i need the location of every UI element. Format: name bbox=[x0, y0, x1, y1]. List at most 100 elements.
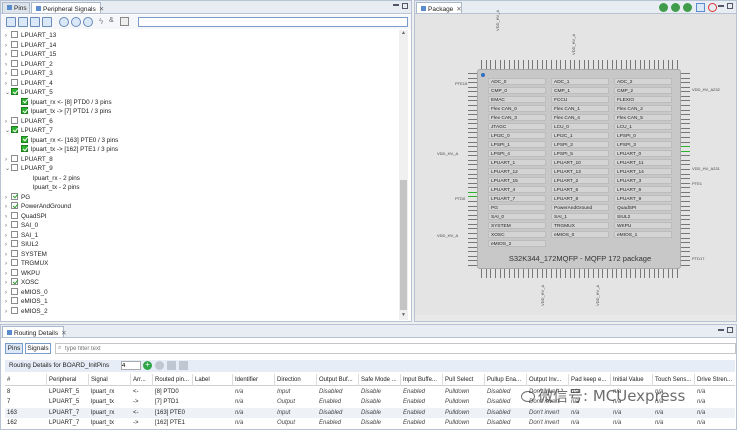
table-cell[interactable]: 8 bbox=[5, 387, 47, 397]
pin-stub[interactable] bbox=[541, 60, 543, 69]
pin-stub[interactable] bbox=[468, 137, 477, 138]
checkbox-icon[interactable] bbox=[11, 249, 18, 257]
pin-stub[interactable] bbox=[468, 141, 477, 143]
column-header[interactable]: Label bbox=[193, 374, 233, 386]
pin-stub[interactable] bbox=[468, 118, 477, 120]
pin-stub[interactable] bbox=[468, 178, 477, 180]
table-cell[interactable]: Output bbox=[275, 397, 317, 407]
close-icon[interactable]: ✕ bbox=[61, 330, 66, 337]
pin-stub[interactable] bbox=[537, 60, 538, 69]
pin-stub[interactable] bbox=[468, 251, 477, 253]
pin-stub[interactable] bbox=[574, 269, 576, 278]
checkbox-icon[interactable] bbox=[11, 287, 18, 295]
table-cell[interactable]: Disable bbox=[359, 387, 401, 397]
table-cell[interactable]: <- bbox=[131, 408, 153, 418]
pin-stub[interactable] bbox=[639, 269, 641, 278]
peripheral-cell[interactable]: Flex CAN_2 bbox=[614, 105, 672, 113]
pin-stub[interactable] bbox=[468, 132, 477, 134]
pin-stub[interactable] bbox=[681, 242, 690, 244]
pin-stub[interactable] bbox=[649, 60, 650, 69]
pin-stub[interactable] bbox=[481, 269, 482, 278]
pin-stub[interactable] bbox=[468, 233, 477, 234]
pin-stub[interactable] bbox=[583, 269, 585, 278]
tab-peripheral-signals[interactable]: Peripheral Signals ✕ bbox=[31, 2, 104, 13]
pin-stub[interactable] bbox=[681, 100, 690, 102]
table-cell[interactable]: 7 bbox=[5, 397, 47, 407]
table-cell[interactable]: lpuart_rx bbox=[89, 387, 131, 397]
pin-stub[interactable] bbox=[681, 214, 690, 216]
table-cell[interactable]: n/a bbox=[233, 387, 275, 397]
pin-stub[interactable] bbox=[621, 269, 622, 278]
route-right-icon[interactable] bbox=[83, 17, 93, 27]
peripheral-cell[interactable]: SYSTEM bbox=[488, 222, 546, 230]
pin-stub[interactable] bbox=[468, 191, 477, 193]
pin-stub[interactable] bbox=[509, 269, 510, 278]
peripheral-cell[interactable]: QuadSPI bbox=[614, 204, 672, 212]
pin-stub[interactable] bbox=[616, 60, 618, 69]
pin-stub[interactable] bbox=[681, 191, 690, 193]
pin-stub[interactable] bbox=[468, 159, 477, 161]
checkbox-icon[interactable] bbox=[11, 297, 18, 304]
peripheral-cell[interactable]: FCCU bbox=[551, 96, 609, 104]
pin-stub[interactable] bbox=[468, 187, 477, 189]
pin-stub[interactable] bbox=[468, 169, 477, 170]
pin-stub[interactable] bbox=[468, 91, 477, 93]
pin-stub[interactable] bbox=[653, 60, 655, 69]
pin-stub[interactable] bbox=[504, 269, 506, 278]
peripheral-cell[interactable]: LPUART_10 bbox=[551, 159, 609, 167]
pin-stub[interactable] bbox=[468, 123, 477, 125]
pin-stub[interactable] bbox=[588, 60, 590, 69]
peripheral-cell[interactable]: LPUART_9 bbox=[614, 195, 672, 203]
pin-stub[interactable] bbox=[602, 269, 604, 278]
pin-stub[interactable] bbox=[468, 164, 477, 166]
table-cell[interactable]: n/a bbox=[569, 418, 611, 428]
pin-stub[interactable] bbox=[468, 95, 477, 97]
pin-stub[interactable] bbox=[579, 269, 580, 278]
table-cell[interactable]: Disable bbox=[359, 397, 401, 407]
pin-stub[interactable] bbox=[681, 123, 690, 125]
table-cell[interactable]: Enabled bbox=[401, 397, 443, 407]
peripheral-cell[interactable]: LPUART_0 bbox=[614, 150, 672, 158]
peripheral-cell[interactable]: LPI2C_1 bbox=[551, 132, 609, 140]
table-cell[interactable]: n/a bbox=[611, 408, 653, 418]
table-cell[interactable]: Don't invert bbox=[527, 408, 569, 418]
peripheral-cell[interactable]: LPUART_5 bbox=[551, 186, 609, 194]
table-cell[interactable]: Enabled bbox=[317, 418, 359, 428]
peripheral-cell[interactable]: XOSC bbox=[488, 231, 546, 239]
pin-stub[interactable] bbox=[490, 269, 492, 278]
pin-stub[interactable] bbox=[518, 269, 520, 278]
pin-stub[interactable] bbox=[644, 269, 646, 278]
table-row[interactable]: 162 LPUART_7 lpuart_tx -> [162] PTE1 n/a Outpu… bbox=[5, 418, 735, 428]
table-cell[interactable]: n/a bbox=[653, 408, 695, 418]
table-cell[interactable]: lpuart_rx bbox=[89, 408, 131, 418]
collapse-all-icon[interactable] bbox=[18, 17, 28, 27]
table-cell[interactable] bbox=[193, 418, 233, 428]
peripheral-cell[interactable]: LPSPI_4 bbox=[488, 150, 546, 158]
table-cell[interactable]: lpuart_tx bbox=[89, 397, 131, 407]
pin-stub[interactable] bbox=[681, 251, 690, 253]
routing-subtab-pins[interactable]: Pins bbox=[5, 343, 23, 354]
peripheral-cell[interactable]: Flex CAN_0 bbox=[488, 105, 546, 113]
tree-item-peripheral[interactable]: › LPUART_2 bbox=[5, 59, 53, 69]
pin-stub[interactable] bbox=[565, 60, 566, 69]
tree-item-peripheral[interactable]: › SIUL2 bbox=[5, 240, 39, 249]
table-cell[interactable]: Input bbox=[275, 387, 317, 397]
column-header[interactable]: Pull Select bbox=[443, 374, 485, 386]
filter-pins-icon[interactable] bbox=[30, 17, 40, 27]
package-scrollbar[interactable] bbox=[415, 315, 736, 321]
pin-stub[interactable] bbox=[635, 60, 636, 69]
checkbox-icon[interactable] bbox=[11, 154, 18, 162]
toggle-view-icon[interactable] bbox=[696, 3, 705, 12]
close-icon[interactable]: ✕ bbox=[99, 6, 104, 13]
column-header[interactable]: Peripheral bbox=[47, 374, 89, 386]
checkbox-icon[interactable] bbox=[21, 135, 28, 143]
checkbox-icon[interactable] bbox=[11, 59, 18, 67]
pin-stub[interactable] bbox=[681, 187, 690, 189]
peripheral-cell[interactable]: WKPU bbox=[614, 222, 672, 230]
peripheral-cell[interactable]: LPSPI_1 bbox=[488, 141, 546, 149]
pin-stub[interactable] bbox=[681, 205, 690, 207]
checkbox-icon[interactable] bbox=[11, 78, 18, 86]
peripheral-cell[interactable]: SIUL2 bbox=[614, 213, 672, 221]
table-cell[interactable]: 163 bbox=[5, 408, 47, 418]
table-cell[interactable]: n/a bbox=[695, 397, 735, 407]
